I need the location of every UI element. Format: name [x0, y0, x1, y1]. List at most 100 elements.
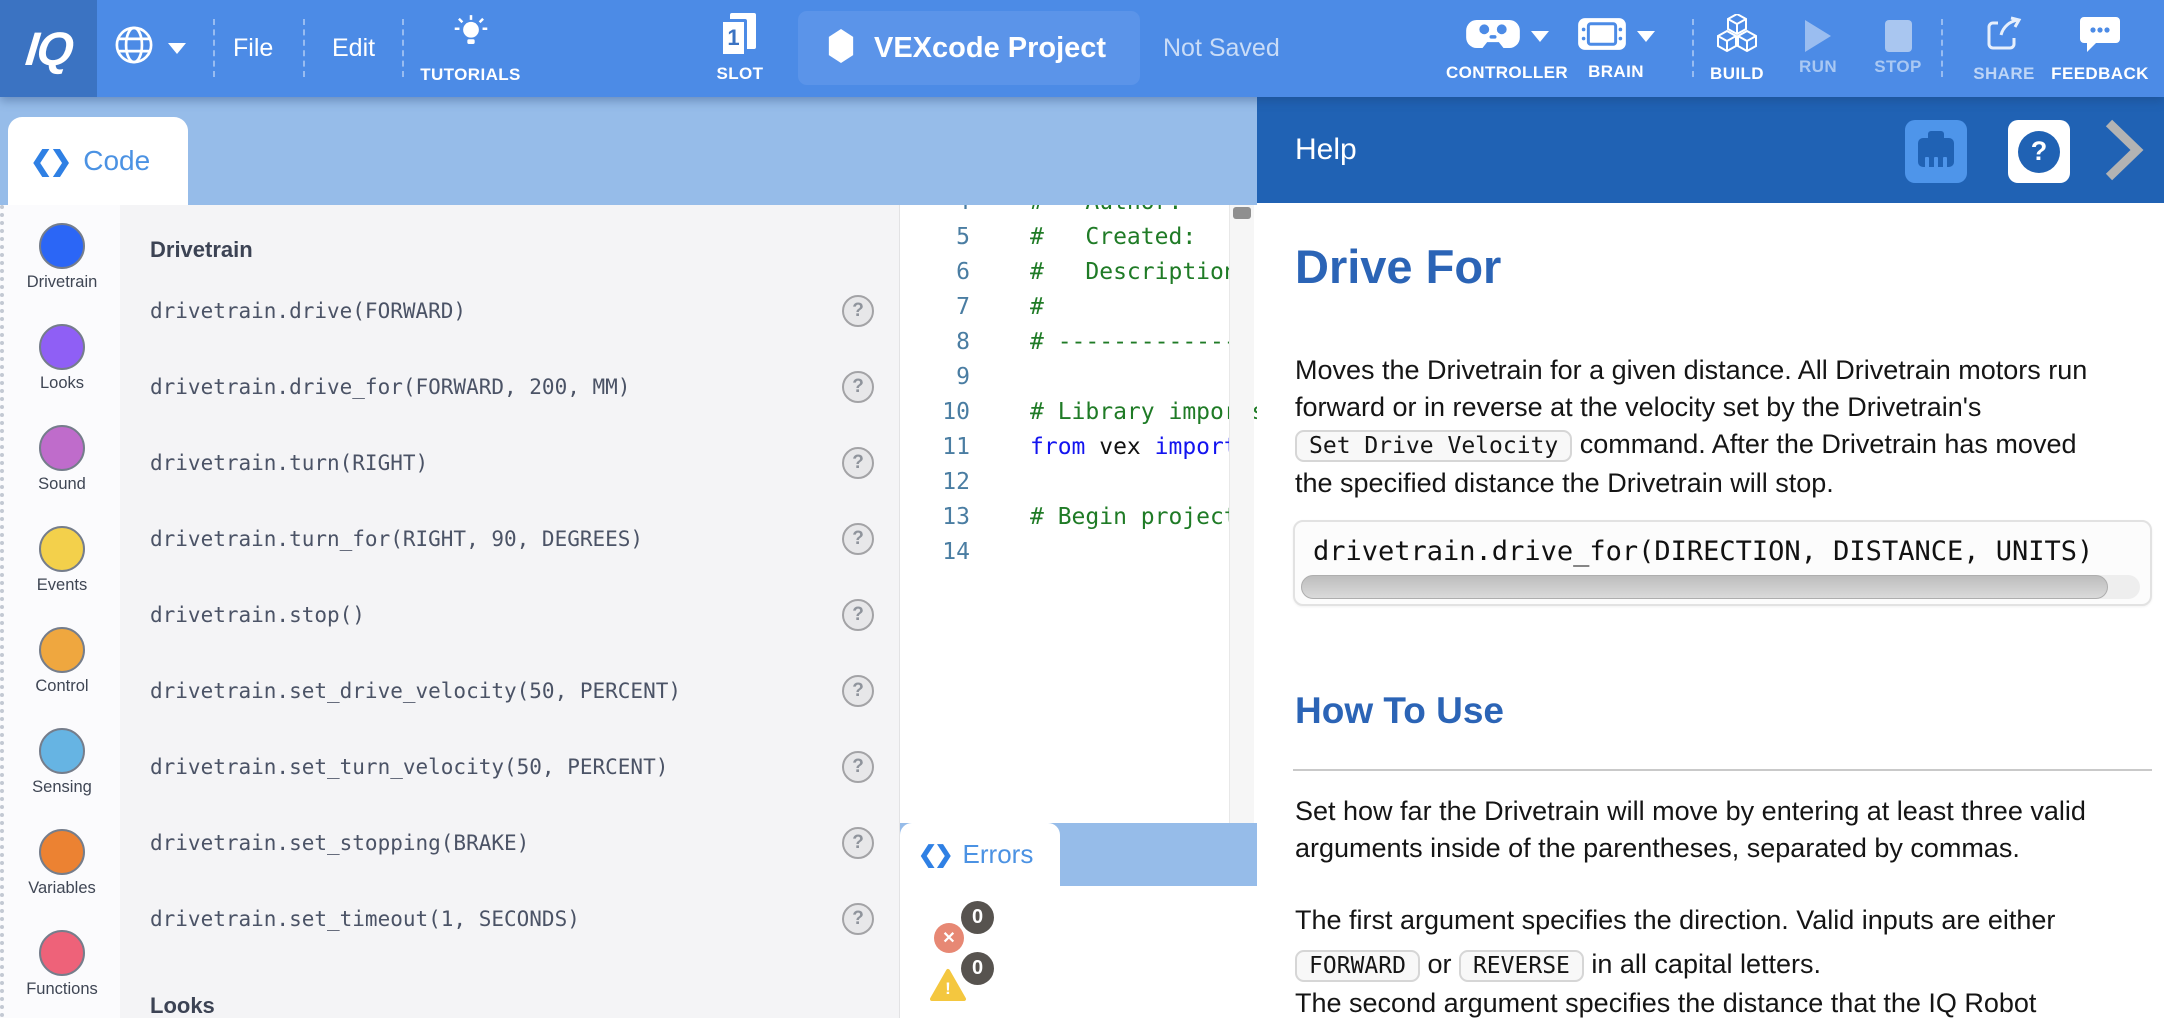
- slot-number: 1: [727, 25, 739, 51]
- line-code: # Description:: [1030, 259, 1252, 285]
- iq-logo: IQ: [0, 0, 97, 97]
- error-count-badge: 0: [961, 901, 994, 934]
- paragraph-text: Moves the Drivetrain for a given distanc…: [1295, 355, 2087, 422]
- snippet-scrollbar[interactable]: [1301, 575, 2140, 599]
- tab-code[interactable]: ❮❯ Code: [8, 117, 188, 205]
- tab-errors[interactable]: ❮❯ Errors: [900, 823, 1060, 886]
- chevron-down-icon: [168, 43, 186, 54]
- help-topic-title: Drive For: [1295, 239, 1501, 294]
- category-drivetrain[interactable]: Drivetrain: [4, 223, 120, 324]
- command-text: drivetrain.stop(): [150, 603, 365, 627]
- help-paragraph: The first argument specifies the directi…: [1295, 898, 2120, 988]
- category-events[interactable]: Events: [4, 526, 120, 627]
- brain-port-button[interactable]: [1905, 120, 1967, 183]
- globe-icon: [112, 23, 156, 74]
- line-number: 5: [900, 220, 970, 255]
- category-sound[interactable]: Sound: [4, 425, 120, 526]
- brain-button[interactable]: BRAIN: [1570, 0, 1662, 97]
- category-functions[interactable]: Functions: [4, 930, 120, 1018]
- category-circle-icon: [39, 324, 85, 370]
- editor-line: 12: [900, 465, 1240, 500]
- command-help-button[interactable]: ?: [842, 903, 874, 935]
- category-variables[interactable]: Variables: [4, 829, 120, 930]
- edit-menu[interactable]: Edit: [332, 0, 375, 97]
- controller-button[interactable]: CONTROLLER: [1452, 0, 1562, 97]
- line-number: 12: [900, 465, 970, 500]
- command-help-button[interactable]: ?: [842, 751, 874, 783]
- editor-line: 4# Author:: [900, 205, 1240, 220]
- editor-scrollbar[interactable]: [1229, 205, 1254, 823]
- toolbar-divider: [1692, 19, 1694, 77]
- command-help-button[interactable]: ?: [842, 447, 874, 479]
- command-help-button[interactable]: ?: [842, 675, 874, 707]
- line-code: # Author:: [1030, 205, 1182, 215]
- errors-tab-label: Errors: [963, 839, 1034, 870]
- brain-icon: [1577, 16, 1627, 57]
- run-button[interactable]: RUN: [1783, 0, 1853, 97]
- chevron-down-icon: [1637, 31, 1655, 42]
- warning-icon: !: [929, 968, 967, 1002]
- command-help-button[interactable]: ?: [842, 295, 874, 327]
- collapse-help-button[interactable]: [2102, 117, 2144, 188]
- workspace-header-band: [0, 97, 1257, 205]
- file-menu[interactable]: File: [233, 0, 273, 97]
- command-help-button[interactable]: ?: [842, 599, 874, 631]
- project-name-button[interactable]: VEXcode Project: [798, 11, 1140, 85]
- command-help-button[interactable]: ?: [842, 371, 874, 403]
- project-title: VEXcode Project: [874, 32, 1106, 65]
- code-token: # --------------: [1030, 329, 1252, 355]
- command-row[interactable]: drivetrain.drive(FORWARD)?: [120, 273, 899, 349]
- build-label: BUILD: [1710, 64, 1764, 84]
- chevron-down-icon: [1531, 31, 1549, 42]
- build-cubes-icon: [1715, 14, 1759, 59]
- toolbar-divider: [213, 19, 215, 77]
- code-snippet-box: drivetrain.drive_for(DIRECTION, DISTANCE…: [1293, 520, 2152, 606]
- command-row[interactable]: drivetrain.set_drive_velocity(50, PERCEN…: [120, 653, 899, 729]
- command-row[interactable]: drivetrain.set_timeout(1, SECONDS)?: [120, 881, 899, 957]
- share-button[interactable]: SHARE: [1958, 0, 2050, 97]
- line-number: 8: [900, 325, 970, 360]
- code-token: import: [1155, 434, 1238, 460]
- code-token: # Library imports: [1030, 399, 1257, 425]
- editor-line: 6# Description:: [900, 255, 1240, 290]
- stop-label: STOP: [1874, 57, 1922, 77]
- slot-button[interactable]: 1 SLOT: [700, 0, 780, 97]
- code-editor[interactable]: 4# Author:5# Created:6# Description:7#8#…: [900, 205, 1257, 823]
- category-circle-icon: [39, 930, 85, 976]
- stop-button[interactable]: STOP: [1862, 0, 1934, 97]
- help-panel: Help ? Drive For Moves th: [1257, 97, 2164, 1018]
- command-row[interactable]: drivetrain.turn_for(RIGHT, 90, DEGREES)?: [120, 501, 899, 577]
- toolbar-divider: [402, 19, 404, 77]
- code-token: #: [1030, 294, 1044, 320]
- category-sensing[interactable]: Sensing: [4, 728, 120, 829]
- feedback-button[interactable]: FEEDBACK: [2048, 0, 2152, 97]
- tutorials-button[interactable]: TUTORIALS: [413, 0, 528, 97]
- category-label: Events: [37, 576, 87, 595]
- category-looks[interactable]: Looks: [4, 324, 120, 425]
- line-number: 6: [900, 255, 970, 290]
- command-text: drivetrain.set_stopping(BRAKE): [150, 831, 529, 855]
- share-label: SHARE: [1973, 64, 2035, 84]
- editor-scrollbar-thumb[interactable]: [1233, 207, 1251, 219]
- feedback-icon: [2078, 14, 2122, 59]
- command-row[interactable]: drivetrain.set_stopping(BRAKE)?: [120, 805, 899, 881]
- build-button[interactable]: BUILD: [1697, 0, 1777, 97]
- command-row[interactable]: drivetrain.turn(RIGHT)?: [120, 425, 899, 501]
- command-row[interactable]: drivetrain.stop()?: [120, 577, 899, 653]
- code-brackets-icon: ❮❯: [30, 146, 69, 177]
- editor-line: 14: [900, 535, 1240, 570]
- line-number: 11: [900, 430, 970, 465]
- command-help-button[interactable]: ?: [842, 827, 874, 859]
- help-question-button[interactable]: ?: [2008, 120, 2070, 183]
- snippet-scrollbar-thumb[interactable]: [1301, 575, 2108, 599]
- toolbar-divider: [1941, 19, 1943, 77]
- language-menu[interactable]: [112, 0, 186, 97]
- command-row[interactable]: drivetrain.set_turn_velocity(50, PERCENT…: [120, 729, 899, 805]
- line-number: 10: [900, 395, 970, 430]
- category-control[interactable]: Control: [4, 627, 120, 728]
- category-sidebar: DrivetrainLooksSound Events ControlSensing…: [0, 205, 120, 1018]
- command-help-button[interactable]: ?: [842, 523, 874, 555]
- code-token: # Begin project: [1030, 504, 1238, 530]
- code-token: # Description:: [1030, 259, 1252, 285]
- command-row[interactable]: drivetrain.drive_for(FORWARD, 200, MM)?: [120, 349, 899, 425]
